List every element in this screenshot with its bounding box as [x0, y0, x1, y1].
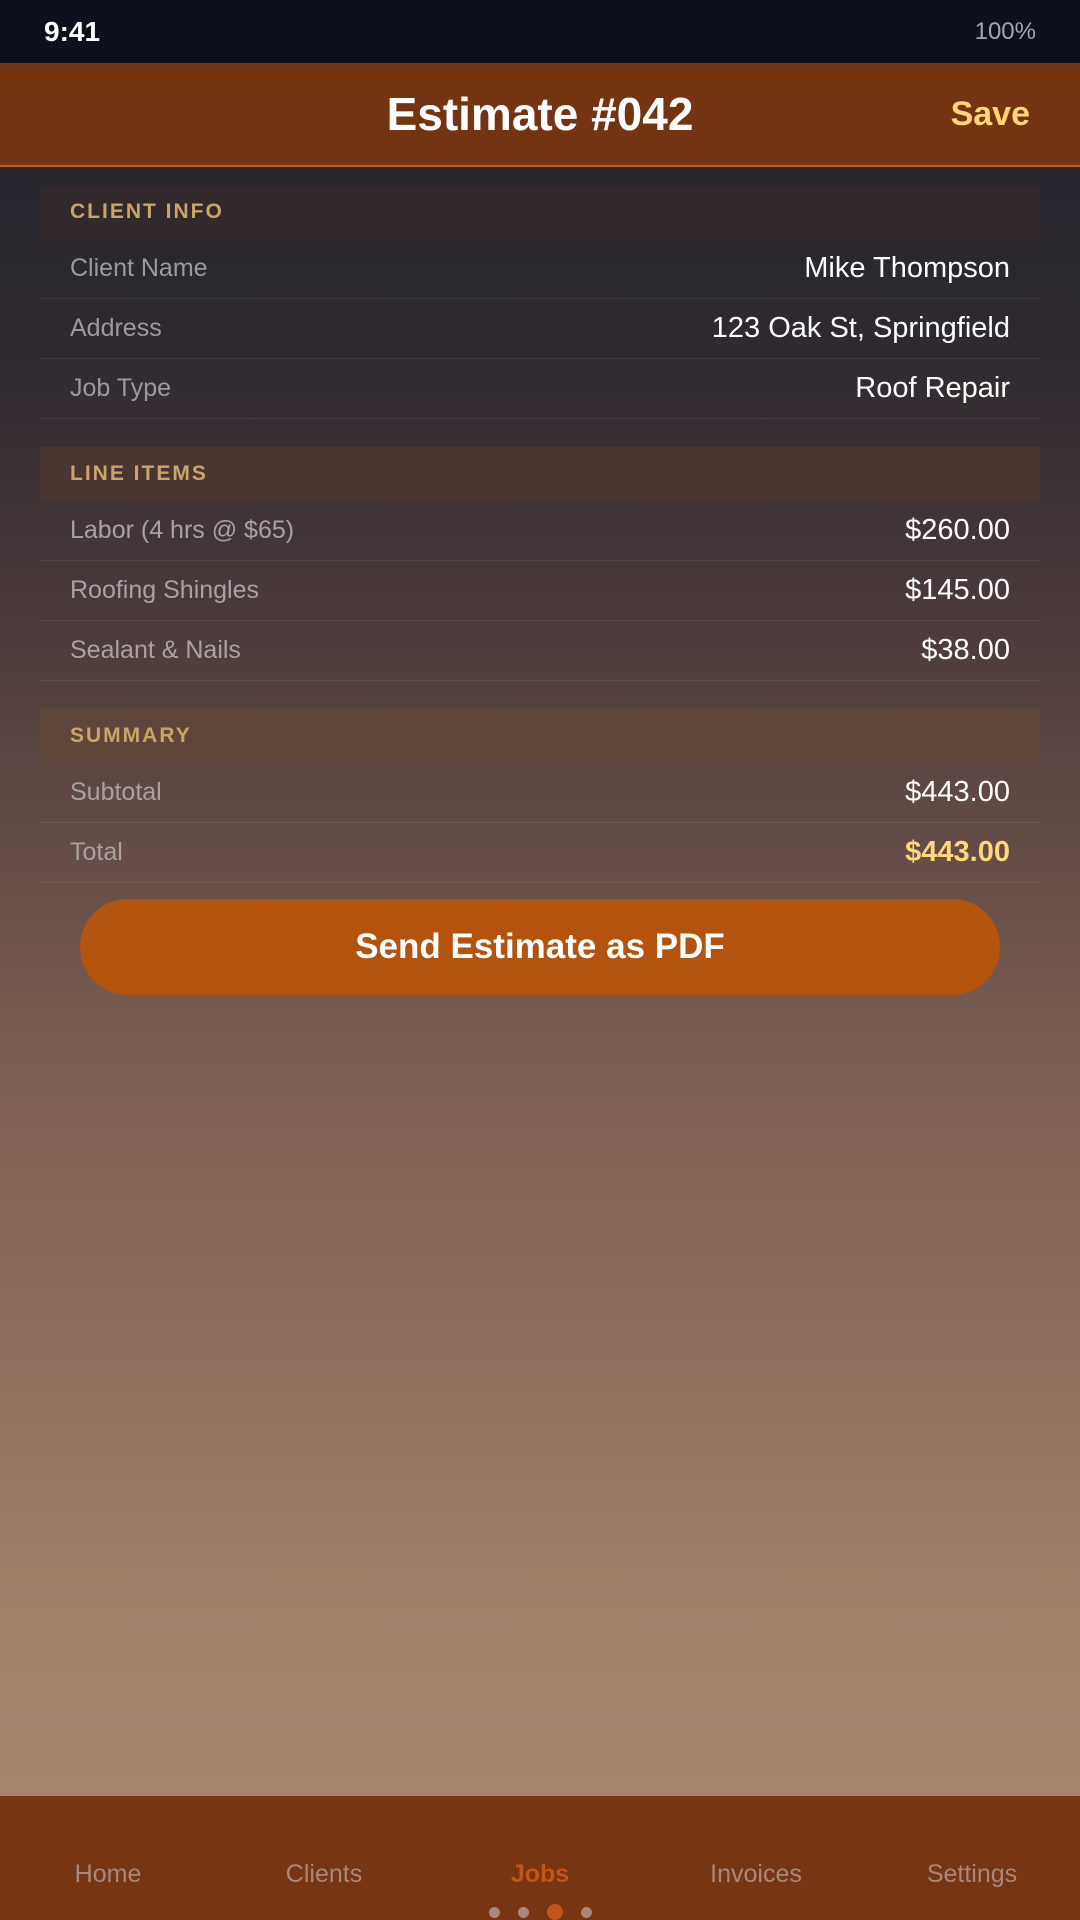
line-item-label: Sealant & Nails	[70, 636, 241, 664]
tab-settings[interactable]: Settings	[864, 1860, 1080, 1889]
line-item-row[interactable]: Roofing Shingles $145.00	[40, 561, 1040, 621]
nav-header: Estimate #042 Save	[0, 63, 1080, 167]
row-label: Job Type	[70, 374, 172, 402]
battery-level: 100%	[974, 17, 1036, 45]
line-item-amount: $38.00	[921, 634, 1010, 666]
client-name-row[interactable]: Client Name Mike Thompson	[40, 239, 1040, 299]
page-dot-active	[546, 1904, 563, 1920]
send-estimate-pdf-button[interactable]: Send Estimate as PDF	[80, 899, 1000, 995]
job-type-row[interactable]: Job Type Roof Repair	[40, 359, 1040, 419]
tab-invoices[interactable]: Invoices	[648, 1860, 864, 1889]
tab-bar: Home Clients Jobs Invoices Settings	[0, 1796, 1080, 1920]
page-indicator	[0, 1904, 1080, 1920]
section-header: LINE ITEMS	[40, 447, 1040, 501]
tab-home[interactable]: Home	[0, 1860, 216, 1889]
tab-clients[interactable]: Clients	[216, 1860, 432, 1889]
subtotal-value: $443.00	[905, 776, 1010, 808]
section-header: CLIENT INFO	[40, 185, 1040, 239]
save-button[interactable]: Save	[951, 63, 1030, 165]
client-info-section: CLIENT INFO Client Name Mike Thompson Ad…	[40, 185, 1040, 419]
line-items-section: LINE ITEMS Labor (4 hrs @ $65) $260.00 R…	[40, 447, 1040, 681]
total-label: Total	[70, 838, 123, 866]
total-row: Total $443.00	[40, 823, 1040, 883]
line-item-amount: $260.00	[905, 514, 1010, 546]
tab-jobs[interactable]: Jobs	[432, 1860, 648, 1889]
line-item-amount: $145.00	[905, 574, 1010, 606]
estimate-form: CLIENT INFO Client Name Mike Thompson Ad…	[40, 185, 1040, 911]
page-dot	[517, 1906, 529, 1918]
subtotal-row: Subtotal $443.00	[40, 763, 1040, 823]
section-header: SUMMARY	[40, 709, 1040, 763]
subtotal-label: Subtotal	[70, 778, 162, 806]
page-dot	[488, 1906, 500, 1918]
row-label: Address	[70, 314, 162, 342]
job-type-value: Roof Repair	[855, 372, 1010, 404]
line-item-label: Labor (4 hrs @ $65)	[70, 516, 295, 544]
line-item-row[interactable]: Labor (4 hrs @ $65) $260.00	[40, 501, 1040, 561]
status-time: 9:41	[44, 15, 101, 47]
total-value: $443.00	[905, 836, 1010, 868]
address-value: 123 Oak St, Springfield	[711, 312, 1010, 344]
line-item-label: Roofing Shingles	[70, 576, 260, 604]
line-item-row[interactable]: Sealant & Nails $38.00	[40, 621, 1040, 681]
client-name-value: Mike Thompson	[804, 252, 1010, 284]
status-bar: 9:41 100%	[0, 0, 1080, 63]
page-dot	[580, 1906, 592, 1918]
address-row[interactable]: Address 123 Oak St, Springfield	[40, 299, 1040, 359]
row-label: Client Name	[70, 254, 208, 282]
summary-section: SUMMARY Subtotal $443.00 Total $443.00	[40, 709, 1040, 883]
page-title: Estimate #042	[386, 88, 694, 140]
